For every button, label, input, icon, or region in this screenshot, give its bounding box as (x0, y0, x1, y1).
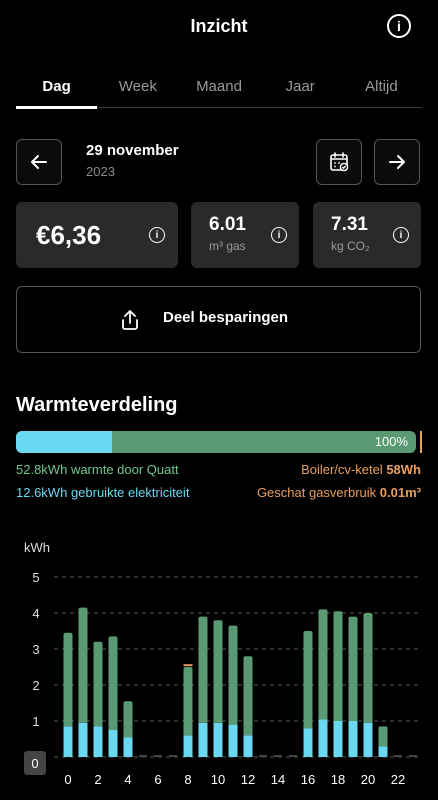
bar-electricity (78, 722, 88, 757)
bar-electricity (318, 719, 328, 757)
x-tick-label: 20 (361, 772, 375, 787)
y-tick-label: 4 (32, 606, 39, 621)
x-tick-label: 2 (94, 772, 101, 787)
bar-electricity (378, 746, 388, 757)
x-tick-label: 10 (211, 772, 225, 787)
bar-heat (93, 641, 103, 727)
bar-electricity (198, 722, 208, 757)
bar-boiler (183, 664, 193, 667)
bar-heat (183, 667, 193, 736)
bar-electricity (63, 726, 73, 757)
x-tick-label: 8 (184, 772, 191, 787)
x-tick-label: 22 (391, 772, 405, 787)
x-tick-label: 4 (124, 772, 131, 787)
x-tick-label: 0 (64, 772, 71, 787)
x-tick-label: 18 (331, 772, 345, 787)
y-tick-label: 1 (32, 714, 39, 729)
bar-heat (243, 656, 253, 736)
y-tick-label: 2 (32, 678, 39, 693)
bar-electricity (333, 721, 343, 757)
bar-heat (363, 613, 373, 723)
bar-heat (213, 620, 223, 723)
x-tick-label: 12 (241, 772, 255, 787)
bar-electricity (303, 728, 313, 757)
x-tick-label: 14 (271, 772, 285, 787)
bar-electricity (93, 726, 103, 757)
bar-electricity (183, 735, 193, 757)
bar-heat (318, 609, 328, 720)
bar-electricity (348, 721, 358, 757)
bar-heat (198, 616, 208, 723)
bar-electricity (243, 735, 253, 757)
bar-heat (333, 611, 343, 721)
bar-electricity (108, 730, 118, 757)
bar-electricity (228, 724, 238, 757)
bar-heat (303, 631, 313, 729)
y-tick-label: 3 (32, 642, 39, 657)
bar-heat (108, 636, 118, 730)
bar-heat (78, 607, 88, 723)
bar-heat (348, 616, 358, 721)
bar-heat (63, 632, 73, 727)
x-tick-label: 16 (301, 772, 315, 787)
y-tick-label: 5 (32, 570, 39, 585)
hourly-energy-chart: 123450 2 4 6 8 10 12 14 16 18 20 22 (32, 570, 420, 787)
bar-heat (228, 625, 238, 725)
bar-electricity (123, 737, 133, 757)
bar-electricity (363, 722, 373, 757)
bar-electricity (213, 722, 223, 757)
y-tick-zero: 0 (24, 751, 46, 775)
x-tick-label: 6 (154, 772, 161, 787)
bar-heat (123, 701, 133, 738)
bar-heat (378, 726, 388, 747)
